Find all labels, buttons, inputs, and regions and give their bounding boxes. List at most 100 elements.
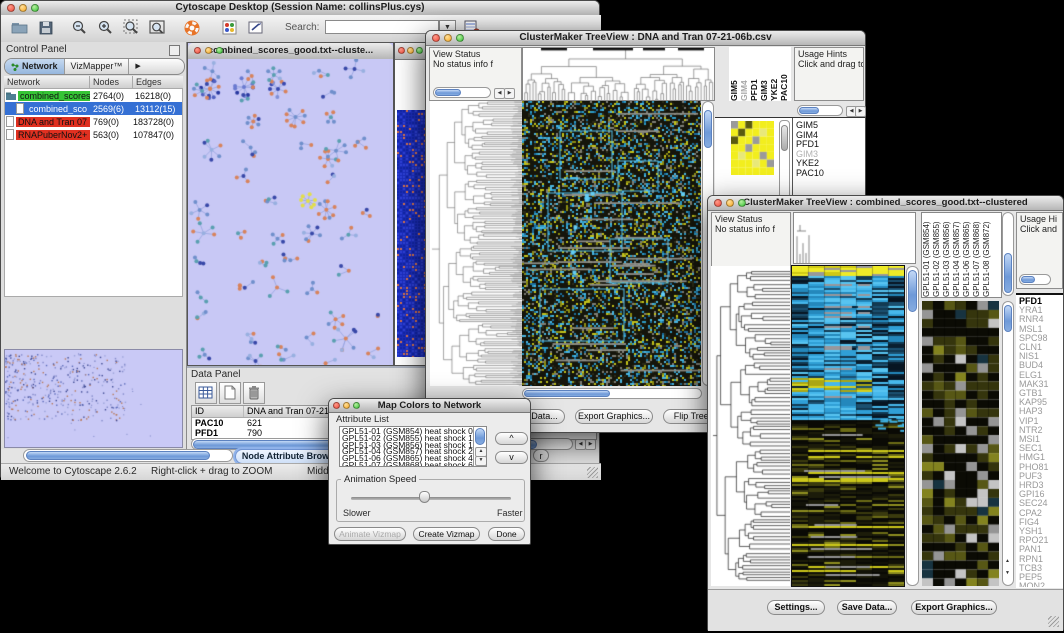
attribute-item[interactable]: GPL51-07 (GSM868) heat shock 60 min [342, 462, 484, 467]
zoom-icon[interactable] [353, 402, 360, 409]
resize-grip[interactable] [587, 467, 598, 478]
row-dendrogram-canvas[interactable] [430, 101, 522, 386]
scrollbar-thumb[interactable] [781, 125, 788, 151]
save-data-button[interactable]: Save Data... [837, 600, 897, 615]
move-up-button[interactable]: ^ [495, 432, 528, 445]
row-dendrogram-canvas[interactable] [711, 266, 790, 586]
close-icon[interactable] [194, 47, 201, 54]
search-input[interactable] [325, 20, 439, 34]
minimize-icon[interactable] [205, 47, 212, 54]
grid-frame-title-bar[interactable] [395, 43, 429, 60]
float-icon[interactable] [169, 45, 180, 56]
create-vizmap-button[interactable]: Create Vizmap [413, 527, 480, 541]
gene-label[interactable]: MON2 [1019, 582, 1063, 587]
column-label[interactable]: GIM4 [739, 47, 749, 101]
heatmap-canvas[interactable] [792, 266, 904, 586]
node-attribute-browser-tab[interactable]: Node Attribute Brows [235, 449, 341, 464]
panel-hscrollbar[interactable] [23, 449, 233, 462]
zoom-out-icon[interactable] [71, 19, 89, 37]
open-icon[interactable] [11, 19, 29, 37]
mini-heatmap-canvas[interactable] [731, 121, 774, 175]
scroll-right-icon[interactable]: ▶ [855, 106, 866, 117]
column-label[interactable]: PAC10 [779, 47, 789, 101]
column-label[interactable]: YKE2 [769, 47, 779, 101]
close-icon[interactable] [333, 402, 340, 409]
move-down-button[interactable]: v [495, 451, 528, 464]
zoom-icon[interactable] [216, 47, 223, 54]
heatmap-hscrollbar[interactable] [522, 388, 702, 399]
column-label[interactable]: GPL51-08 (GSM872) [982, 213, 992, 297]
zoom-icon[interactable] [31, 4, 39, 12]
minimize-icon[interactable] [343, 402, 350, 409]
scroll-right-icon[interactable]: ▶ [504, 88, 515, 99]
scroll-up-icon[interactable]: ▲ [1003, 557, 1012, 566]
attribute-listbox[interactable]: GPL51-01 (GSM854) heat shock 05 minGPL51… [339, 426, 487, 467]
column-dendrogram[interactable] [522, 47, 715, 101]
scrollbar-thumb[interactable] [799, 107, 819, 114]
network-row[interactable]: RNAPuberNov2+ 563(0) 107847(0) [5, 128, 182, 141]
help-icon[interactable] [183, 19, 201, 37]
minimize-icon[interactable] [726, 199, 734, 207]
scrollbar-thumb[interactable] [908, 270, 917, 312]
scroll-down-icon[interactable]: ▼ [475, 456, 487, 466]
zoom-icon[interactable] [738, 199, 746, 207]
column-dendrogram-canvas[interactable] [794, 213, 915, 263]
scrollbar-thumb[interactable] [524, 390, 610, 397]
listbox-vscrollbar[interactable]: ▲ ▼ [473, 427, 486, 466]
close-icon[interactable] [398, 47, 405, 54]
speed-slider-thumb[interactable] [419, 491, 430, 503]
column-label[interactable]: GPL51-03 (GSM856) [942, 213, 952, 297]
scrollbar-thumb[interactable] [704, 110, 712, 148]
column-label[interactable]: GPL51-04 (GSM857) [952, 213, 962, 297]
tab-network[interactable]: Network [5, 59, 65, 74]
network-frame-title-bar[interactable]: combined_scores_good.txt--cluste... [188, 43, 393, 60]
scrollbar-thumb[interactable] [1004, 305, 1012, 332]
close-icon[interactable] [714, 199, 722, 207]
heatmap-canvas[interactable] [522, 101, 701, 386]
column-label[interactable]: GPL51-01 (GSM854) [922, 213, 932, 297]
main-title-bar[interactable]: Cytoscape Desktop (Session Name: collins… [1, 1, 599, 16]
column-label[interactable]: GIM3 [759, 47, 769, 101]
column-label[interactable]: GPL51-02 (GSM855) [932, 213, 942, 297]
network-canvas[interactable] [188, 59, 393, 365]
tab-vizmapper[interactable]: VizMapper™ [65, 59, 130, 74]
grid-network-canvas[interactable] [397, 110, 427, 357]
speed-slider-track[interactable] [351, 497, 511, 500]
view-status-scrollbar[interactable] [433, 87, 491, 98]
new-attribute-icon[interactable] [219, 382, 241, 404]
close-icon[interactable] [432, 34, 440, 42]
scrollbar-thumb[interactable] [26, 451, 210, 460]
usage-hints-scrollbar[interactable] [1019, 274, 1051, 285]
annotation-icon[interactable] [247, 19, 265, 37]
id-header[interactable]: ID [192, 406, 244, 417]
tab-overflow-icon[interactable]: ▶ [129, 59, 146, 74]
column-label[interactable]: GPL51-06 (GSM865) [962, 213, 972, 297]
zoom-fit-icon[interactable] [149, 19, 167, 37]
zoom-heatmap-canvas[interactable] [922, 301, 999, 586]
minimize-icon[interactable] [19, 4, 27, 12]
scrollbar-thumb[interactable] [1021, 276, 1035, 283]
network-row[interactable]: DNA and Tran 07 769(0) 183728(0) [5, 115, 182, 128]
network-row[interactable]: combined_scores 2764(0) 16218(0) [5, 89, 182, 102]
done-button[interactable]: Done [488, 527, 525, 541]
scrollbar-thumb[interactable] [435, 89, 461, 96]
column-dendrogram-canvas[interactable] [523, 48, 714, 100]
table-icon[interactable] [195, 382, 217, 404]
scroll-right-icon[interactable]: ▶ [585, 439, 596, 450]
minimize-icon[interactable] [444, 34, 452, 42]
export-graphics-button[interactable]: Export Graphics... [911, 600, 997, 615]
tv1-title-bar[interactable]: ClusterMaker TreeView : DNA and Tran 07-… [426, 31, 865, 46]
scroll-down-icon[interactable]: ▼ [1003, 569, 1012, 578]
zoom-vscrollbar[interactable]: ▲ ▼ [1002, 301, 1014, 586]
birdseye-view[interactable] [4, 349, 183, 448]
tv2-title-bar[interactable]: ClusterMaker TreeView : combined_scores_… [708, 196, 1063, 211]
column-labels-vscrollbar[interactable] [1002, 212, 1014, 296]
zoom-icon[interactable] [416, 47, 423, 54]
vizmapper-icon[interactable] [221, 19, 239, 37]
usage-hints-scrollbar[interactable] [797, 105, 843, 116]
resize-grip[interactable] [1048, 616, 1059, 627]
zoom-selected-icon[interactable] [123, 19, 141, 37]
column-label[interactable]: GIM5 [729, 47, 739, 101]
minimize-icon[interactable] [407, 47, 414, 54]
heatmap-vscrollbar[interactable] [906, 266, 919, 586]
